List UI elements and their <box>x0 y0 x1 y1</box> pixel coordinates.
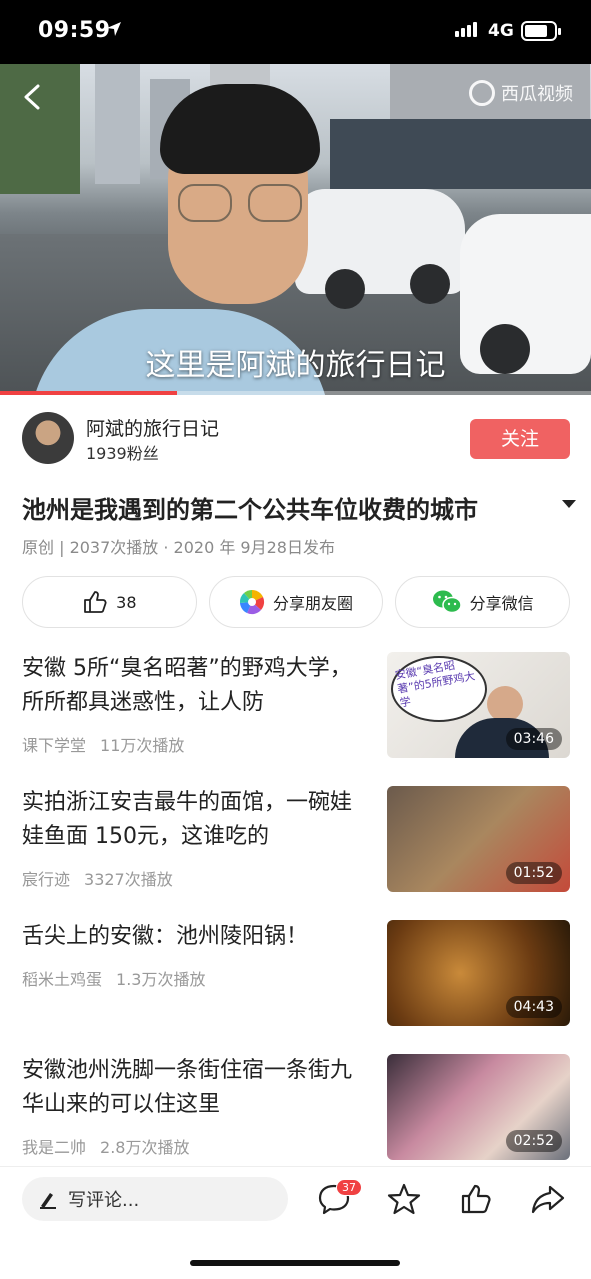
related-video-thumbnail[interactable]: 02:52 <box>387 1054 570 1160</box>
related-video-meta: 稻米土鸡蛋 1.3万次播放 <box>22 970 206 989</box>
related-video-meta: 我是二帅 2.8万次播放 <box>22 1138 190 1157</box>
share-moments-button[interactable]: 分享朋友圈 <box>208 576 384 628</box>
video-duration: 03:46 <box>505 728 562 750</box>
video-progress-bar[interactable] <box>0 391 591 395</box>
home-indicator[interactable] <box>190 1260 400 1266</box>
comment-count-badge: 37 <box>336 1179 362 1196</box>
comment-placeholder: 写评论... <box>68 1190 140 1211</box>
related-video-title: 安徽池州洗脚一条街住宿一条街九华山来的可以住这里 <box>22 1058 353 1117</box>
related-video-item[interactable]: 实拍浙江安吉最牛的面馆，一碗娃娃鱼面 150元，这谁吃的 宸行迹 3327次播放 … <box>22 786 570 896</box>
thumbs-up-icon <box>84 591 107 613</box>
related-video-item[interactable]: 安徽 5所“臭名昭著”的野鸡大学，所所都具迷惑性，让人防 课下学堂 11万次播放 … <box>22 652 570 762</box>
related-video-title: 舌尖上的安徽：池州陵阳锅！ <box>22 924 309 949</box>
author-name[interactable]: 阿斌的旅行日记 <box>86 414 219 441</box>
xigua-logo-icon <box>469 80 495 106</box>
back-arrow-icon <box>24 84 40 110</box>
video-duration: 04:43 <box>505 996 562 1018</box>
thumbs-up-icon[interactable] <box>458 1181 494 1217</box>
share-arrow-icon[interactable] <box>530 1181 566 1217</box>
related-video-title: 实拍浙江安吉最牛的面馆，一碗娃娃鱼面 150元，这谁吃的 <box>22 790 353 849</box>
moments-aperture-icon <box>239 589 265 615</box>
comment-input[interactable]: 写评论... <box>22 1177 288 1221</box>
author-avatar[interactable] <box>22 412 74 464</box>
related-video-item[interactable]: 安徽池州洗脚一条街住宿一条街九华山来的可以住这里 我是二帅 2.8万次播放 02:… <box>22 1054 570 1164</box>
pen-icon <box>40 1193 56 1209</box>
video-meta: 原创 | 2037次播放 · 2020 年 9月28日发布 <box>22 538 335 557</box>
wechat-icon <box>432 590 462 614</box>
related-video-thumbnail[interactable]: 安徽“臭名昭著”的5所野鸡大学 03:46 <box>387 652 570 758</box>
video-player[interactable]: 西瓜视频 这里是阿斌的旅行日记 <box>0 64 591 395</box>
related-video-meta: 宸行迹 3327次播放 <box>22 870 173 889</box>
location-arrow-icon <box>107 22 121 36</box>
video-duration: 02:52 <box>505 1130 562 1152</box>
video-title: 池州是我遇到的第二个公共车位收费的城市 <box>22 496 478 524</box>
expand-caret-icon[interactable] <box>562 500 576 508</box>
video-scene-car <box>295 189 465 309</box>
video-duration: 01:52 <box>505 862 562 884</box>
back-button[interactable] <box>18 82 48 112</box>
like-count: 38 <box>116 592 137 612</box>
related-video-thumbnail[interactable]: 01:52 <box>387 786 570 892</box>
battery-icon <box>521 21 561 41</box>
like-button[interactable]: 38 <box>22 576 197 628</box>
share-wechat-button[interactable]: 分享微信 <box>395 576 571 628</box>
cellular-signal-icon <box>455 22 477 37</box>
video-progress-fill <box>0 391 178 395</box>
video-watermark: 西瓜视频 <box>469 80 573 106</box>
star-favorite-icon[interactable] <box>386 1181 422 1217</box>
related-video-item[interactable]: 舌尖上的安徽：池州陵阳锅！ 稻米土鸡蛋 1.3万次播放 04:43 <box>22 920 570 1030</box>
status-time: 09:59 <box>38 18 111 43</box>
related-video-meta: 课下学堂 11万次播放 <box>22 736 185 755</box>
video-subtitle: 这里是阿斌的旅行日记 <box>145 348 446 383</box>
network-type: 4G <box>488 21 514 41</box>
action-buttons: 38 分享朋友圈 分享微信 <box>22 576 571 628</box>
follow-button[interactable]: 关注 <box>470 419 570 459</box>
status-bar: 09:59 4G <box>0 0 591 64</box>
related-video-title: 安徽 5所“臭名昭著”的野鸡大学，所所都具迷惑性，让人防 <box>22 656 352 715</box>
author-fans-count: 1939粉丝 <box>86 444 159 463</box>
author-row: 阿斌的旅行日记 1939粉丝 关注 <box>22 410 570 470</box>
related-video-thumbnail[interactable]: 04:43 <box>387 920 570 1026</box>
